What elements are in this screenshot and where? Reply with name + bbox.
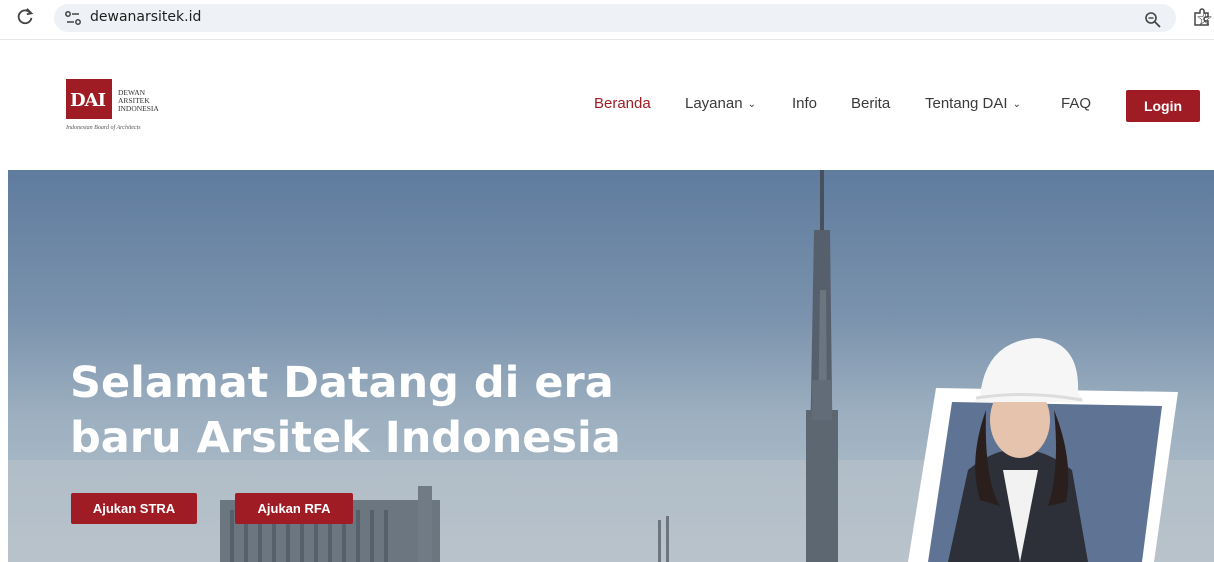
reload-icon[interactable] bbox=[14, 6, 36, 28]
logo-tagline: Indonesian Board of Architects bbox=[66, 125, 141, 131]
hero-title-line: Selamat Datang di era bbox=[70, 358, 614, 408]
zoom-icon[interactable] bbox=[1144, 11, 1162, 29]
nav-label: Layanan bbox=[685, 95, 743, 112]
ajukan-stra-button[interactable]: Ajukan STRA bbox=[71, 493, 197, 524]
nav-item-layanan[interactable]: Layanan ⌄ bbox=[685, 95, 756, 112]
nav-label: Info bbox=[792, 95, 818, 112]
nav-label: Berita bbox=[851, 95, 891, 112]
hero-title-line: baru Arsitek Indonesia bbox=[70, 413, 621, 463]
url-text[interactable]: dewanarsitek.id bbox=[90, 9, 201, 25]
extensions-icon[interactable] bbox=[1192, 7, 1212, 27]
logo-mark: DAI bbox=[66, 79, 112, 119]
login-button[interactable]: Login bbox=[1126, 90, 1200, 122]
nav-item-faq[interactable]: FAQ bbox=[1061, 95, 1091, 112]
nav-label: FAQ bbox=[1061, 95, 1092, 112]
logo-wordmark: DEWAN ARSITEK INDONESIA bbox=[118, 89, 159, 113]
nav-item-tentang-dai[interactable]: Tentang DAI ⌄ bbox=[925, 95, 1021, 112]
site-header: DAI DEWAN ARSITEK INDONESIA Indonesian B… bbox=[0, 41, 1214, 169]
site-info-icon[interactable] bbox=[64, 10, 82, 26]
nav-label: Tentang DAI bbox=[925, 95, 1008, 112]
dai-logo[interactable]: DAI DEWAN ARSITEK INDONESIA Indonesian B… bbox=[66, 79, 186, 139]
nav-item-berita[interactable]: Berita bbox=[851, 95, 890, 112]
chevron-down-icon: ⌄ bbox=[747, 99, 756, 110]
browser-toolbar: dewanarsitek.id ☆ bbox=[0, 0, 1214, 40]
logo-word: INDONESIA bbox=[118, 104, 159, 113]
hero-title: Selamat Datang di era baru Arsitek Indon… bbox=[70, 356, 630, 466]
ajukan-rfa-button[interactable]: Ajukan RFA bbox=[235, 493, 353, 524]
nav-label: Beranda bbox=[594, 95, 651, 112]
nav-item-beranda[interactable]: Beranda bbox=[594, 95, 651, 112]
address-bar[interactable]: dewanarsitek.id ☆ bbox=[54, 4, 1213, 32]
chevron-down-icon: ⌄ bbox=[1012, 99, 1021, 110]
nav-item-info[interactable]: Info bbox=[792, 95, 817, 112]
hero-banner: Selamat Datang di era baru Arsitek Indon… bbox=[8, 170, 1214, 562]
logo-mark-text: DAI bbox=[70, 90, 106, 111]
